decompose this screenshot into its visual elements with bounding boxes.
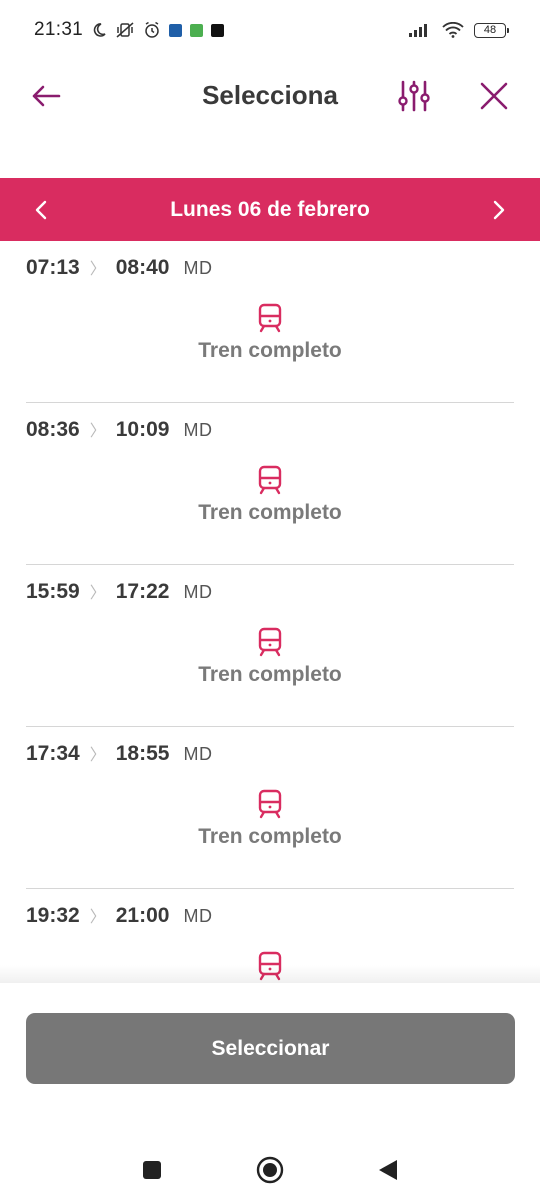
chevron-right-icon: 〉: [89, 261, 106, 278]
arrival-time: 10:09: [115, 418, 170, 441]
close-button[interactable]: [470, 72, 518, 120]
date-label: Lunes 06 de febrero: [170, 197, 370, 221]
alarm-icon: [143, 21, 161, 39]
app-notification-icon: [211, 23, 225, 37]
status-left: 21:31: [34, 19, 225, 41]
departure-time: 17:34: [26, 742, 80, 765]
select-button[interactable]: Seleccionar: [26, 1013, 515, 1084]
filter-button[interactable]: [390, 72, 438, 120]
arrival-time: 21:00: [115, 904, 170, 927]
system-nav-bar: [0, 1140, 540, 1200]
train-icon: [258, 465, 282, 495]
departure-time: 07:13: [26, 256, 80, 279]
train-times: 17:34 〉 18:55 MD: [26, 741, 212, 766]
bottom-action-area: Seleccionar: [0, 983, 540, 1123]
home-button[interactable]: [250, 1150, 290, 1190]
departure-time: 19:32: [26, 904, 80, 927]
vibrate-off-icon: [115, 21, 135, 39]
page-title: Selecciona: [202, 80, 338, 110]
departure-time: 15:59: [26, 580, 80, 603]
next-date-button[interactable]: [475, 186, 523, 234]
status-time: 21:31: [34, 19, 84, 40]
chevron-right-icon: [493, 200, 505, 220]
status-bar: 21:31 48: [0, 0, 540, 60]
train-status-label: Tren completo: [198, 339, 342, 362]
square-icon: [143, 1161, 161, 1179]
train-type: MD: [183, 744, 213, 764]
screen: 21:31 48 Selecciona Lunes 06 de febrero …: [0, 0, 540, 1200]
train-option[interactable]: 17:34 〉 18:55 MD Tren completo: [26, 727, 514, 889]
arrival-time: 17:22: [115, 580, 170, 603]
train-type: MD: [183, 258, 213, 278]
sliders-icon: [398, 80, 430, 112]
previous-date-button[interactable]: [17, 186, 65, 234]
train-option[interactable]: 07:13 〉 08:40 MD Tren completo: [26, 241, 514, 403]
list-shadow: [0, 965, 540, 983]
departure-time: 08:36: [26, 418, 80, 441]
train-icon: [258, 789, 282, 819]
app-notification-icon: [190, 23, 204, 37]
train-type: MD: [183, 420, 213, 440]
chevron-left-icon: [35, 200, 47, 220]
wifi-icon: [442, 22, 464, 38]
arrival-time: 08:40: [115, 256, 170, 279]
circle-icon: [256, 1156, 284, 1184]
train-option[interactable]: 15:59 〉 17:22 MD Tren completo: [26, 565, 514, 727]
train-times: 07:13 〉 08:40 MD: [26, 255, 212, 280]
train-times: 08:36 〉 10:09 MD: [26, 417, 212, 442]
signal-icon: [408, 22, 432, 38]
chevron-right-icon: 〉: [89, 747, 106, 764]
recents-button[interactable]: [132, 1150, 172, 1190]
train-status-label: Tren completo: [198, 501, 342, 524]
train-icon: [258, 303, 282, 333]
header: Selecciona: [0, 60, 540, 135]
train-list: 07:13 〉 08:40 MD Tren completo 08:36 〉 1…: [0, 241, 540, 981]
triangle-back-icon: [379, 1160, 397, 1180]
system-back-button[interactable]: [368, 1150, 408, 1190]
train-status: Tren completo: [26, 465, 514, 525]
chevron-right-icon: 〉: [89, 909, 106, 926]
train-type: MD: [183, 906, 213, 926]
train-type: MD: [183, 582, 213, 602]
train-times: 19:32 〉 21:00 MD: [26, 903, 212, 928]
train-times: 15:59 〉 17:22 MD: [26, 579, 212, 604]
train-status-label: Tren completo: [198, 825, 342, 848]
status-right: 48: [408, 22, 509, 38]
chevron-right-icon: 〉: [89, 423, 106, 440]
app-notification-icon: [169, 23, 183, 37]
moon-icon: [91, 22, 107, 38]
chevron-right-icon: 〉: [89, 585, 106, 602]
train-status: Tren completo: [26, 789, 514, 849]
close-icon: [480, 82, 508, 110]
train-icon: [258, 627, 282, 657]
train-option[interactable]: 08:36 〉 10:09 MD Tren completo: [26, 403, 514, 565]
train-status-label: Tren completo: [198, 663, 342, 686]
date-bar: Lunes 06 de febrero: [0, 178, 540, 241]
train-status: Tren completo: [26, 303, 514, 363]
battery-icon: 48: [474, 22, 509, 38]
arrival-time: 18:55: [115, 742, 170, 765]
train-status: Tren completo: [26, 627, 514, 687]
